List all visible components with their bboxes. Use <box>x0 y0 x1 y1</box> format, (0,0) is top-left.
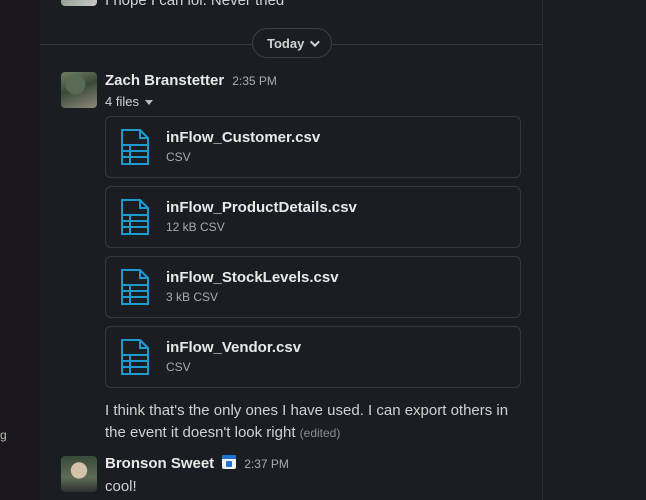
files-toggle[interactable]: 4 files <box>105 94 153 109</box>
timestamp[interactable]: 2:35 PM <box>232 74 277 88</box>
edited-label: (edited) <box>299 426 341 440</box>
left-sidebar-edge: g <box>0 0 40 500</box>
timestamp[interactable]: 2:37 PM <box>244 457 289 471</box>
file-name[interactable]: inFlow_ProductDetails.csv <box>166 199 357 216</box>
file-csv-icon <box>121 339 149 375</box>
avatar[interactable] <box>61 0 97 6</box>
message-pane: I hope I can lol. Never tried Today Zach… <box>40 0 542 500</box>
message-header: Bronson Sweet 2:37 PM <box>105 454 289 472</box>
message-text-line: I think that's the only ones I have used… <box>105 402 509 419</box>
file-meta: CSV <box>166 360 191 374</box>
day-divider-button[interactable]: Today <box>252 28 333 58</box>
message-header: Zach Branstetter 2:35 PM <box>105 72 277 89</box>
file-name[interactable]: inFlow_Vendor.csv <box>166 339 301 356</box>
file-csv-icon <box>121 269 149 305</box>
file-attachment[interactable]: inFlow_StockLevels.csv 3 kB CSV <box>105 256 521 318</box>
message-text: cool! <box>105 478 137 495</box>
previous-message: I hope I can lol. Never tried <box>40 0 542 12</box>
author-name[interactable]: Bronson Sweet <box>105 455 214 472</box>
file-name[interactable]: inFlow_Customer.csv <box>166 129 320 146</box>
truncated-text: g <box>0 428 7 442</box>
chevron-down-icon <box>310 36 321 47</box>
message-text-line-2: the event it doesn't look right (edited) <box>105 422 525 444</box>
message-text: I think that's the only ones I have used… <box>105 400 525 444</box>
file-attachment[interactable]: inFlow_Customer.csv CSV <box>105 116 521 178</box>
file-attachment[interactable]: inFlow_Vendor.csv CSV <box>105 326 521 388</box>
message-text: I hope I can lol. Never tried <box>105 0 285 9</box>
caret-down-icon <box>144 100 153 105</box>
file-meta: CSV <box>166 150 191 164</box>
files-count-label: 4 files <box>105 94 139 109</box>
file-csv-icon <box>121 199 149 235</box>
message-text-line: the event it doesn't look right <box>105 424 296 441</box>
day-label: Today <box>267 35 305 51</box>
author-name[interactable]: Zach Branstetter <box>105 72 224 89</box>
calendar-icon[interactable] <box>222 455 237 469</box>
avatar[interactable] <box>61 456 97 492</box>
avatar[interactable] <box>61 72 97 108</box>
file-csv-icon <box>121 129 149 165</box>
file-attachment[interactable]: inFlow_ProductDetails.csv 12 kB CSV <box>105 186 521 248</box>
right-pane <box>542 0 646 500</box>
file-meta: 3 kB CSV <box>166 290 219 304</box>
file-name[interactable]: inFlow_StockLevels.csv <box>166 269 339 286</box>
file-meta: 12 kB CSV <box>166 220 225 234</box>
